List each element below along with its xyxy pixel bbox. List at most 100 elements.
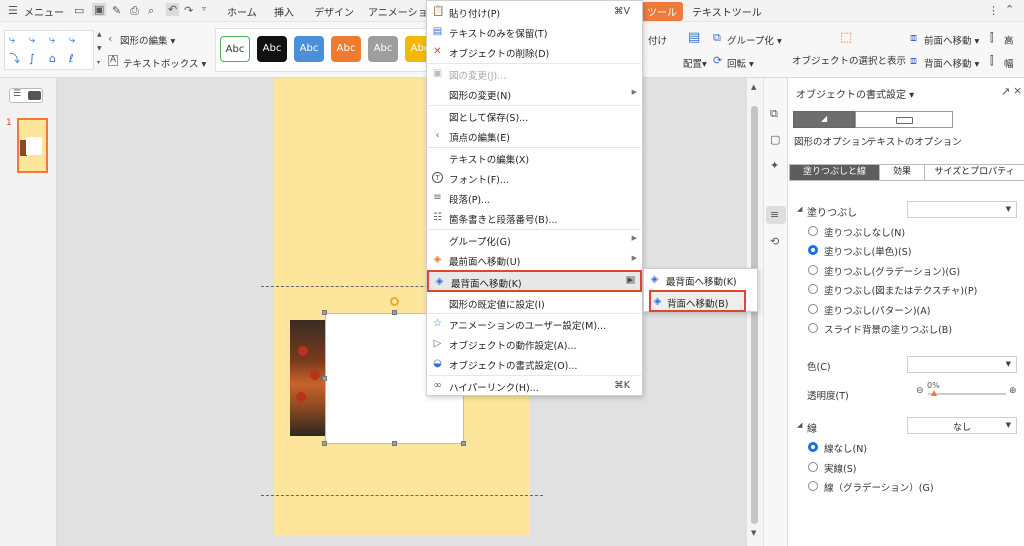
tab-text-tools[interactable]: テキストツール bbox=[692, 4, 762, 19]
panel-title[interactable]: オブジェクトの書式設定 ▾ bbox=[796, 86, 914, 101]
shape-options-label[interactable]: 図形のオプション bbox=[794, 134, 870, 148]
menu-item-custom-animation[interactable]: ☆ アニメーションのユーザー設定(M)... bbox=[427, 314, 642, 334]
resize-handle[interactable] bbox=[392, 441, 397, 446]
radio-line-none[interactable] bbox=[808, 442, 818, 452]
text-options-tab[interactable] bbox=[855, 111, 953, 128]
selection-pane-button[interactable]: オブジェクトの選択と表示 bbox=[792, 53, 906, 67]
tab-effects[interactable]: 効果 bbox=[879, 165, 924, 180]
tab-animation[interactable]: アニメーショ bbox=[368, 4, 428, 19]
line-option-label[interactable]: 実線(S) bbox=[824, 461, 856, 475]
line-collapse-icon[interactable]: ◢ bbox=[797, 422, 802, 429]
settings-sliders-icon[interactable]: ≡ bbox=[770, 209, 779, 220]
height-label[interactable]: 高 bbox=[1004, 33, 1014, 47]
radio-fill-none[interactable] bbox=[808, 226, 818, 236]
radio-fill-picture[interactable] bbox=[808, 284, 818, 294]
menu-item-paragraph[interactable]: ≡ 段落(P)... bbox=[427, 188, 642, 208]
open-folder-icon[interactable]: ▭ bbox=[74, 5, 84, 16]
scroll-down-icon[interactable]: ▼ bbox=[751, 530, 756, 537]
menu-item-font[interactable]: T フォント(F)... bbox=[427, 168, 642, 188]
connector-shape-icon[interactable]: ⤷ bbox=[49, 34, 55, 45]
submenu-item-send-to-back[interactable]: ◈ 最背面へ移動(K) bbox=[644, 270, 757, 290]
list-view-icon[interactable]: ☰ bbox=[13, 90, 21, 99]
resize-handle[interactable] bbox=[322, 441, 327, 446]
fill-option-label[interactable]: 塗りつぶし(グラデーション)(G) bbox=[824, 264, 960, 278]
hamburger-icon[interactable]: ☰ bbox=[8, 5, 18, 16]
pizza-photo[interactable] bbox=[290, 320, 326, 436]
redo-icon[interactable]: ↷ bbox=[184, 5, 193, 16]
tab-design[interactable]: デザイン bbox=[314, 4, 354, 19]
radio-line-gradient[interactable] bbox=[808, 481, 818, 491]
format-painter-icon[interactable]: ✎ bbox=[112, 5, 121, 16]
connector-shape-icon[interactable]: ⤷ bbox=[9, 34, 15, 45]
shape-options-tab[interactable]: ◢ bbox=[793, 111, 855, 128]
print-preview-icon[interactable]: ⌕ bbox=[148, 5, 154, 16]
menu-item-keep-text[interactable]: ▤ テキストのみを保留(T) bbox=[427, 22, 642, 42]
fill-dropdown[interactable]: ▼ bbox=[907, 201, 1017, 218]
fill-option-label[interactable]: 塗りつぶし(図またはテクスチャ)(P) bbox=[824, 283, 977, 297]
fill-option-label[interactable]: スライド背景の塗りつぶし(B) bbox=[824, 322, 952, 336]
fill-option-label[interactable]: 塗りつぶし(パターン)(A) bbox=[824, 303, 930, 317]
transparency-minus-icon[interactable]: ⊖ bbox=[916, 387, 924, 396]
scroll-thumb[interactable] bbox=[751, 106, 758, 524]
menu-item-edit-points[interactable]: ‹ 頂点の編集(E) bbox=[427, 126, 642, 146]
scribble-shape-icon[interactable]: ℓ bbox=[69, 53, 74, 64]
gallery-more-icon[interactable]: ▾ bbox=[97, 60, 100, 66]
more-icon[interactable]: ⋮ bbox=[988, 5, 999, 16]
collapse-ribbon-icon[interactable]: ⌃ bbox=[1005, 4, 1014, 15]
style-swatch-blue[interactable]: Abc bbox=[294, 36, 324, 62]
menu-item-bring-to-front[interactable]: ◈ 最前面へ移動(U) ▶ bbox=[427, 250, 642, 270]
transparency-plus-icon[interactable]: ⊕ bbox=[1009, 387, 1017, 396]
color-dropdown[interactable]: ▼ bbox=[907, 356, 1017, 373]
send-backward-button[interactable]: 背面へ移動 ▾ bbox=[924, 56, 979, 70]
fill-collapse-icon[interactable]: ◢ bbox=[797, 206, 802, 213]
menu-item-save-as-picture[interactable]: 図として保存(S)... bbox=[427, 106, 642, 126]
submenu-item-send-backward[interactable]: ◈ 背面へ移動(B) bbox=[649, 290, 746, 312]
menu-item-change-shape[interactable]: 図形の変更(N) ▶ bbox=[427, 84, 642, 104]
menu-item-format-object[interactable]: ◒ オブジェクトの書式設定(O)... bbox=[427, 354, 642, 374]
menu-item-edit-text[interactable]: テキストの編集(X) bbox=[427, 148, 642, 168]
transparency-slider-thumb[interactable] bbox=[931, 390, 937, 396]
radio-fill-gradient[interactable] bbox=[808, 265, 818, 275]
tab-insert[interactable]: 挿入 bbox=[274, 4, 294, 19]
fill-option-label[interactable]: 塗りつぶし(単色)(S) bbox=[824, 244, 911, 258]
connector-shape-icon[interactable]: ⤷ bbox=[69, 34, 75, 45]
undo-icon[interactable]: ↶ bbox=[166, 3, 180, 16]
tab-size-and-properties[interactable]: サイズとプロパティ bbox=[924, 165, 1024, 180]
gallery-down-icon[interactable]: ▼ bbox=[97, 46, 102, 52]
print-icon[interactable]: ⎙ bbox=[130, 5, 139, 16]
tab-drawing-tools[interactable]: ツール bbox=[641, 2, 683, 21]
resize-handle[interactable] bbox=[392, 310, 397, 315]
panel-popout-icon[interactable]: ↗ bbox=[1001, 86, 1010, 97]
style-swatch-orange[interactable]: Abc bbox=[331, 36, 361, 62]
copy-panel-icon[interactable]: ▢ bbox=[770, 134, 780, 145]
radio-fill-slide-background[interactable] bbox=[808, 323, 818, 333]
tab-fill-and-line[interactable]: 塗りつぶしと線 bbox=[790, 165, 879, 180]
radio-line-solid[interactable] bbox=[808, 462, 818, 472]
shape-panel-icon[interactable]: ⧉ bbox=[770, 108, 778, 119]
polygon-shape-icon[interactable]: ⌂ bbox=[49, 53, 56, 64]
vertical-scrollbar[interactable]: ▲ ▼ bbox=[747, 78, 763, 546]
menu-item-paste[interactable]: 📋 貼り付け(P) ⌘V bbox=[427, 2, 642, 22]
resize-handle[interactable] bbox=[461, 441, 466, 446]
panel-close-icon[interactable]: × bbox=[1013, 85, 1022, 96]
pin-panel-icon[interactable]: ✦ bbox=[770, 160, 779, 171]
menu-item-action-settings[interactable]: ▷ オブジェクトの動作設定(A)... bbox=[427, 334, 642, 354]
arrange-button[interactable]: 配置▾ bbox=[683, 56, 707, 70]
thumbnail-view-icon[interactable] bbox=[28, 91, 41, 100]
curve-shape-icon[interactable]: ⤵ bbox=[9, 53, 20, 64]
radio-fill-solid[interactable] bbox=[808, 245, 818, 255]
line-option-label[interactable]: 線なし(N) bbox=[824, 441, 867, 455]
group-button[interactable]: グループ化 ▾ bbox=[727, 33, 782, 47]
line-dropdown[interactable]: なし ▼ bbox=[907, 417, 1017, 434]
style-swatch-outline-green[interactable]: Abc bbox=[220, 36, 250, 62]
style-swatch-gray[interactable]: Abc bbox=[368, 36, 398, 62]
radio-fill-pattern[interactable] bbox=[808, 304, 818, 314]
connector-shape-icon[interactable]: ⤷ bbox=[29, 34, 35, 45]
gallery-up-icon[interactable]: ▲ bbox=[97, 32, 102, 38]
style-swatch-black[interactable]: Abc bbox=[257, 36, 287, 62]
menu-item-delete[interactable]: ✕ オブジェクトの削除(D) bbox=[427, 42, 642, 62]
resize-handle[interactable] bbox=[322, 310, 327, 315]
history-icon[interactable]: ⟲ bbox=[770, 236, 779, 247]
tab-home[interactable]: ホーム bbox=[227, 4, 257, 19]
menu-item-hyperlink[interactable]: ∞ ハイパーリンク(H)... ⌘K bbox=[427, 376, 642, 396]
